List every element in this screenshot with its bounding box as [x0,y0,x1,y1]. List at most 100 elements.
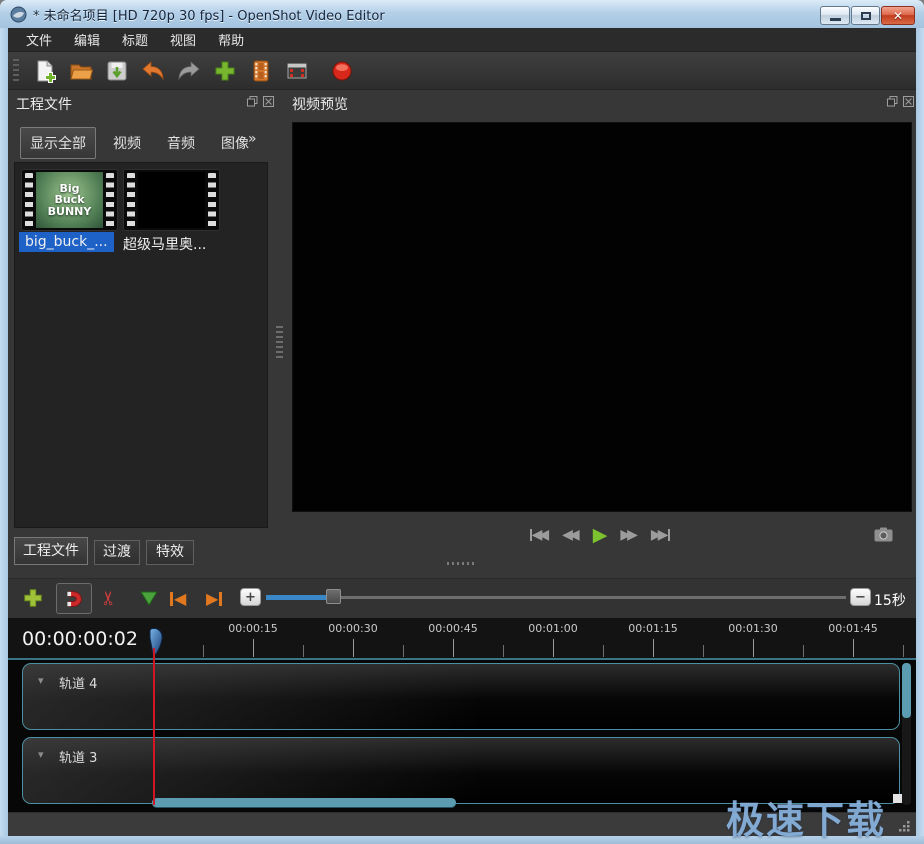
marker-icon [139,589,159,607]
video-preview-screen[interactable] [292,122,912,512]
fullscreen-button[interactable] [282,56,312,86]
new-project-button[interactable] [30,56,60,86]
playhead-marker[interactable] [147,628,164,655]
file-label-mario[interactable]: 超级马里奥... [123,234,206,254]
main-toolbar [8,52,916,90]
thumbnail-caption: Big Buck BUNNY [44,183,96,218]
filter-overflow-chevron[interactable]: » [248,131,257,147]
export-video-button[interactable] [327,56,357,86]
project-files-list[interactable]: Big Buck BUNNY big_buck_... 超级马里奥... [14,162,268,528]
ruler-tick [753,639,754,657]
save-project-icon [105,59,129,83]
next-marker-button[interactable]: ▶ [206,589,222,608]
play-button[interactable]: ▶ [593,526,608,545]
project-panel-controls [246,95,274,107]
add-track-icon [22,587,44,609]
resize-grip[interactable] [897,819,911,833]
dock-tab-transitions[interactable]: 过渡 [94,540,140,565]
film-holes [25,173,33,227]
minimize-button[interactable] [820,6,850,25]
dock-tab-effects[interactable]: 特效 [146,540,194,565]
fullscreen-icon [285,60,309,82]
preview-panel-title: 视频预览 [292,94,348,114]
maximize-button[interactable] [851,6,880,25]
ruler-tick [403,645,404,657]
jump-to-start-button[interactable]: ◀◀ [530,528,550,542]
save-project-button[interactable] [102,56,132,86]
filter-audio[interactable]: 音频 [158,128,204,158]
rewind-button[interactable]: ◀◀ [562,528,580,542]
snapshot-button[interactable] [874,527,893,546]
file-label-big-buck[interactable]: big_buck_... [19,232,114,252]
file-thumbnail-mario[interactable] [123,169,220,231]
dock-tab-project-files[interactable]: 工程文件 [14,537,88,565]
ruler-label: 00:01:30 [711,622,795,635]
menu-view[interactable]: 视图 [159,27,207,52]
close-button[interactable]: ✕ [881,6,915,25]
track-3-label: 轨道 3 [59,747,97,766]
timeline-zoom-slider[interactable] [266,596,846,599]
prev-marker-icon [170,592,173,606]
menu-edit[interactable]: 编辑 [63,27,111,52]
project-panel-title: 工程文件 [16,94,72,114]
ruler-tick [703,645,704,657]
ruler-tick [453,639,454,657]
ruler-label: 00:00:15 [211,622,295,635]
add-marker-button[interactable] [139,589,159,607]
undo-button[interactable] [138,56,168,86]
tracks-vertical-scrollbar[interactable] [902,663,911,805]
ruler-tick [603,645,604,657]
import-files-icon [213,59,237,83]
menu-file[interactable]: 文件 [15,27,63,52]
window-frame-left [0,28,8,836]
zoom-out-button[interactable]: − [850,588,871,606]
import-files-button[interactable] [210,56,240,86]
menu-bar: 文件 编辑 标题 视图 帮助 [8,28,916,52]
close-panel-icon[interactable] [902,95,914,107]
redo-button[interactable] [174,56,204,86]
zoom-in-button[interactable]: + [240,588,261,606]
filter-video[interactable]: 视频 [104,128,150,158]
title-bar[interactable]: * 未命名项目 [HD 720p 30 fps] - OpenShot Vide… [0,0,924,28]
ruler-tick [253,639,254,657]
window-frame-right [916,28,924,836]
transport-controls: ◀◀ ◀◀ ▶ ▶▶ ▶▶ [500,522,700,548]
filter-show-all[interactable]: 显示全部 [20,127,96,159]
panel-splitter-vertical[interactable] [273,92,286,528]
toolbar-grip[interactable] [13,59,19,83]
add-track-button[interactable] [22,587,44,609]
fast-forward-button[interactable]: ▶▶ [620,528,638,542]
track-4-label: 轨道 4 [59,673,97,692]
maximize-icon [861,12,871,20]
previous-marker-button[interactable]: ◀ [170,589,186,608]
file-filter-tabs: 显示全部 视频 音频 图像 [20,127,266,159]
redo-icon [176,59,202,83]
razor-tool-button[interactable]: ✂ [101,587,117,609]
next-marker-icon [219,592,222,606]
magnet-icon [63,588,85,610]
float-panel-icon[interactable] [246,95,258,107]
menu-title[interactable]: 标题 [111,27,159,52]
scrollbar-thumb[interactable] [902,663,911,718]
playhead-line[interactable] [153,648,155,805]
film-holes [106,173,114,227]
watermark-badge [893,794,902,803]
slider-fill [266,595,334,600]
timeline-ruler[interactable]: 00:00:00:02 00:00:15 00:00:30 00:00:45 0… [8,618,916,660]
timeline-horizontal-scrollbar[interactable] [152,798,456,807]
new-project-icon [33,59,57,83]
jump-to-end-button[interactable]: ▶▶ [651,528,671,542]
slider-handle[interactable] [326,589,341,604]
file-thumbnail-big-buck[interactable]: Big Buck BUNNY [21,169,118,231]
open-project-icon [69,59,93,83]
float-panel-icon[interactable] [886,95,898,107]
menu-help[interactable]: 帮助 [207,27,255,52]
ruler-tick [353,639,354,657]
snapping-toggle-button[interactable] [56,583,92,614]
chevron-down-icon[interactable]: ▾ [38,675,44,686]
chevron-down-icon[interactable]: ▾ [38,749,44,760]
choose-profile-button[interactable] [246,56,276,86]
panel-splitter-horizontal[interactable] [447,562,475,565]
scissors-icon: ✂ [98,590,120,606]
open-project-button[interactable] [66,56,96,86]
